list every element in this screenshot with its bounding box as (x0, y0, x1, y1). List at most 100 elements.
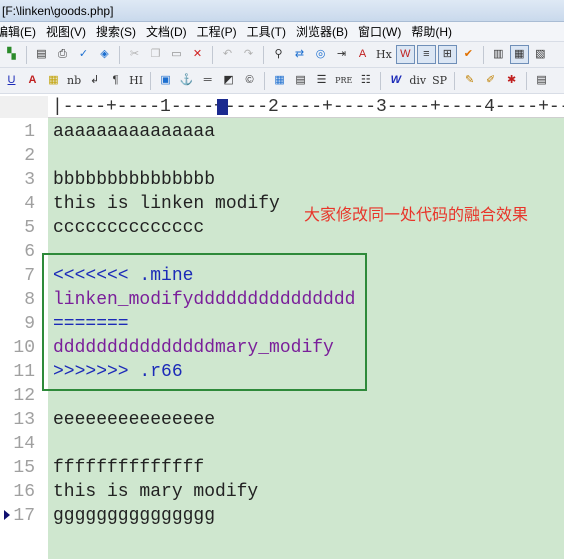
menu-edit[interactable]: 编辑(E) (0, 23, 42, 40)
menu-project[interactable]: 工程(P) (193, 23, 243, 40)
menu-window[interactable]: 窗口(W) (354, 23, 407, 40)
toolbar-separator (454, 71, 456, 90)
paragraph-icon[interactable]: ¶ (106, 71, 125, 90)
anchor-icon[interactable]: ⚓ (177, 71, 196, 90)
table-row-icon[interactable]: ▤ (291, 71, 310, 90)
hex-toolbar-button[interactable]: Hx (374, 45, 394, 64)
panel-right-icon[interactable]: ▧ (531, 45, 550, 64)
line-number: 3 (24, 170, 35, 190)
html-toolbar: U A ▦ nb ↲ ¶ HI ▣ ⚓ ═ ◩ © ▦ ▤ ☰ PRE ☷ W … (0, 68, 564, 94)
code-line: this is mary modify (53, 482, 259, 502)
line-number: 16 (13, 482, 35, 502)
close-file-icon[interactable]: ▚ (2, 45, 21, 64)
preview-icon[interactable]: ◈ (95, 45, 114, 64)
code-line: ffffffffffffff (53, 458, 205, 478)
edit-icon[interactable]: ✎ (460, 71, 479, 90)
word-wrap-icon[interactable]: W (395, 45, 415, 64)
ruler-scale: |----+----1----+----2----+----3----+----… (52, 97, 564, 117)
font-color-icon[interactable]: A (23, 71, 42, 90)
table-icon[interactable]: ▦ (270, 71, 289, 90)
code-line: this is linken modify (53, 194, 280, 214)
delete-icon[interactable]: ✕ (188, 45, 207, 64)
tools-icon[interactable]: ✱ (502, 71, 521, 90)
find-in-files-icon[interactable]: ◎ (311, 45, 330, 64)
menu-browser[interactable]: 浏览器(B) (292, 23, 354, 40)
div-button[interactable]: div (407, 71, 428, 90)
toolbar-separator (263, 45, 264, 64)
compare-icon[interactable]: ⊞ (437, 45, 457, 64)
toolbar-separator (380, 71, 382, 90)
settings-icon[interactable]: ▤ (532, 71, 551, 90)
goto-line-icon[interactable]: ⇥ (332, 45, 351, 64)
line-break-icon[interactable]: ↲ (85, 71, 104, 90)
heading-button[interactable]: HI (127, 71, 145, 90)
line-number: 1 (24, 122, 35, 142)
show-marks-icon[interactable]: ≡ (416, 45, 436, 64)
find-icon[interactable]: ⚲ (269, 45, 288, 64)
print-icon[interactable]: ⎙ (53, 45, 72, 64)
list-icon[interactable]: ☷ (356, 71, 375, 90)
toolbar-separator (119, 45, 120, 64)
brush-icon[interactable]: ✐ (481, 71, 500, 90)
panel-left-icon[interactable]: ▥ (489, 45, 508, 64)
toolbar-separator (482, 45, 484, 64)
menu-bar: 编辑(E) 视图(V) 搜索(S) 文档(D) 工程(P) 工具(T) 浏览器(… (0, 22, 564, 42)
form-icon[interactable]: ◩ (219, 71, 238, 90)
w3c-icon[interactable]: W (386, 71, 405, 90)
line-number: 9 (24, 314, 35, 334)
line-number: 15 (13, 458, 35, 478)
cut-icon[interactable]: ✂ (125, 45, 144, 64)
current-line-marker (4, 510, 10, 520)
replace-icon[interactable]: ⇄ (290, 45, 309, 64)
menu-view[interactable]: 视图(V) (42, 23, 92, 40)
panel-center-icon[interactable]: ▦ (509, 45, 529, 64)
line-number: 10 (13, 338, 35, 358)
comment-icon[interactable]: © (240, 71, 259, 90)
menu-tools[interactable]: 工具(T) (243, 23, 292, 40)
undo-icon[interactable]: ↶ (218, 45, 237, 64)
toolbar-separator (526, 71, 528, 90)
ruler-gutter (0, 96, 48, 118)
check-icon[interactable]: ✔ (459, 45, 478, 64)
font-icon[interactable]: A (353, 45, 372, 64)
toolbar-separator (150, 71, 152, 90)
line-number: 14 (13, 434, 35, 454)
span-button[interactable]: SP (430, 71, 449, 90)
conflict-highlight-box (42, 253, 367, 391)
code-line: cccccccccccccc (53, 218, 205, 238)
print-preview-icon[interactable]: ▤ (32, 45, 51, 64)
line-number: 8 (24, 290, 35, 310)
nobreak-button[interactable]: nb (65, 71, 83, 90)
line-number: 11 (13, 362, 35, 382)
spellcheck-icon[interactable]: ✓ (74, 45, 93, 64)
line-number: 4 (24, 194, 35, 214)
menu-help[interactable]: 帮助(H) (407, 23, 458, 40)
ruler-caret-marker (217, 99, 228, 115)
menu-search[interactable]: 搜索(S) (92, 23, 142, 40)
title-bar: [F:\linken\goods.php] (0, 0, 564, 22)
menu-document[interactable]: 文档(D) (142, 23, 193, 40)
code-line: aaaaaaaaaaaaaaa (53, 122, 216, 142)
code-line: bbbbbbbbbbbbbbb (53, 170, 216, 190)
line-number: 13 (13, 410, 35, 430)
toolbar-separator (264, 71, 266, 90)
line-number: 2 (24, 146, 35, 166)
main-toolbar: ▚ ▤ ⎙ ✓ ◈ ✂ ❐ ▭ ✕ ↶ ↷ ⚲ ⇄ ◎ ⇥ A Hx W ≡ ⊞… (0, 42, 564, 68)
redo-icon[interactable]: ↷ (239, 45, 258, 64)
copy-icon[interactable]: ❐ (146, 45, 165, 64)
line-number: 6 (24, 242, 35, 262)
color-picker-icon[interactable]: ▦ (44, 71, 63, 90)
horizontal-rule-icon[interactable]: ═ (198, 71, 217, 90)
code-line: eeeeeeeeeeeeeee (53, 410, 216, 430)
image-icon[interactable]: ▣ (156, 71, 175, 90)
code-line: ggggggggggggggg (53, 506, 216, 526)
window-title: [F:\linken\goods.php] (2, 4, 114, 18)
line-number: 5 (24, 218, 35, 238)
underline-icon[interactable]: U (2, 71, 21, 90)
annotation-note: 大家修改同一处代码的融合效果 (304, 205, 529, 224)
line-number: 12 (13, 386, 35, 406)
preformat-button[interactable]: PRE (333, 71, 354, 90)
center-icon[interactable]: ☰ (312, 71, 331, 90)
paste-icon[interactable]: ▭ (167, 45, 186, 64)
toolbar-separator (212, 45, 213, 64)
